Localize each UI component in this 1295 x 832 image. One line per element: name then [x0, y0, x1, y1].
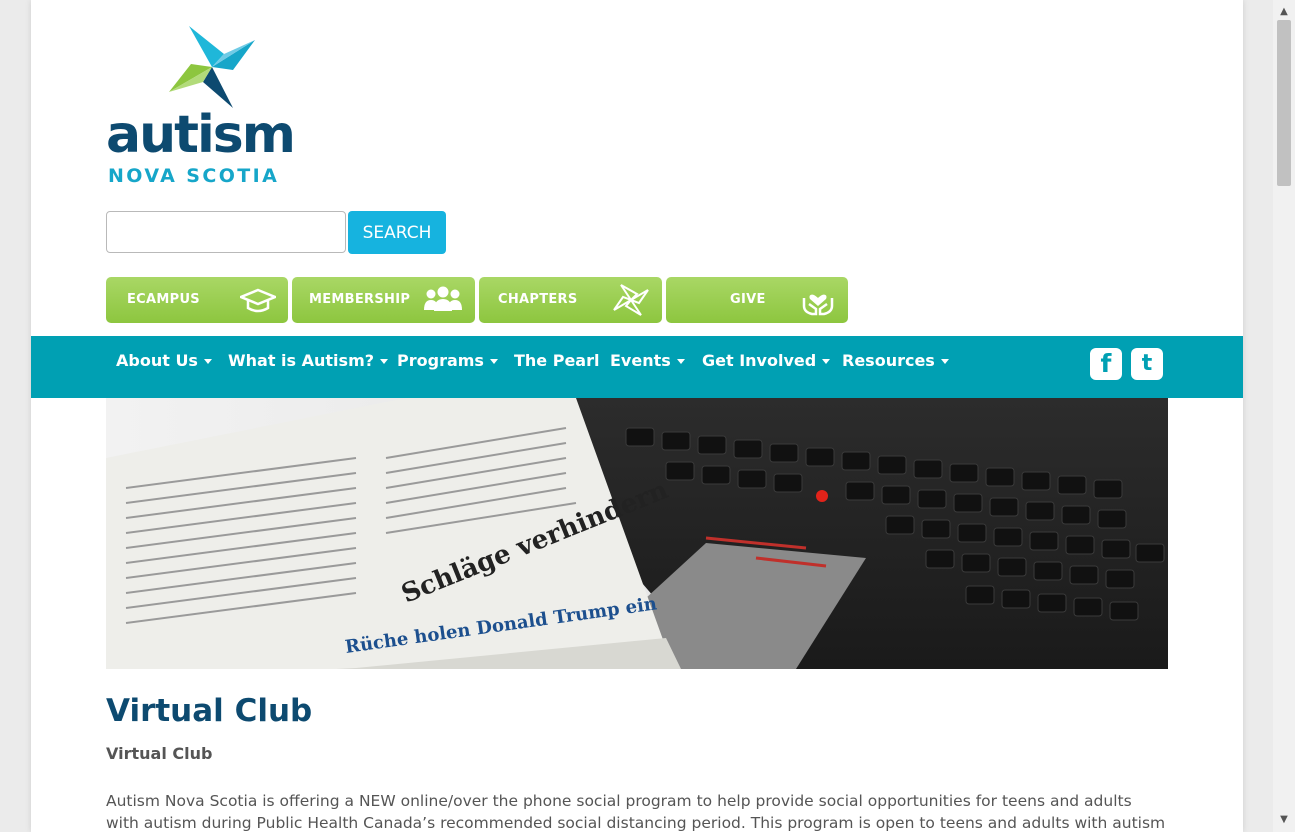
membership-label: MEMBERSHIP: [309, 292, 411, 307]
chapters-label: CHAPTERS: [498, 292, 578, 307]
nav-the-pearl[interactable]: The Pearl: [514, 351, 599, 370]
vertical-scrollbar[interactable]: ▲ ▼: [1273, 0, 1295, 832]
scroll-thumb[interactable]: [1277, 20, 1291, 186]
page-title: Virtual Club: [106, 693, 313, 729]
chevron-down-icon: [380, 359, 389, 364]
logo-subtitle: NOVA SCOTIA: [108, 165, 280, 187]
search-button[interactable]: SEARCH: [348, 211, 446, 254]
page: autism NOVA SCOTIA SEARCH ECAMPUS MEMBER…: [31, 0, 1243, 832]
chevron-down-icon: [676, 359, 685, 364]
nav-get-involved-label: Get Involved: [702, 351, 817, 370]
site-logo[interactable]: autism NOVA SCOTIA: [106, 26, 318, 187]
nav-programs[interactable]: Programs: [397, 351, 498, 370]
facebook-label: f: [1100, 349, 1112, 378]
facebook-icon[interactable]: f: [1090, 348, 1122, 380]
nav-get-involved[interactable]: Get Involved: [702, 351, 831, 370]
nav-events-label: Events: [610, 351, 671, 370]
page-subtitle: Virtual Club: [106, 744, 213, 763]
ecampus-button[interactable]: ECAMPUS: [106, 277, 288, 323]
nav-about-us[interactable]: About Us: [116, 351, 212, 370]
pinwheel-icon: [169, 26, 255, 108]
intro-paragraph: Autism Nova Scotia is offering a NEW onl…: [106, 792, 1166, 832]
twitter-icon[interactable]: t: [1131, 348, 1163, 380]
ecampus-label: ECAMPUS: [127, 292, 200, 307]
nav-resources-label: Resources: [842, 351, 935, 370]
chevron-down-icon: [940, 359, 949, 364]
nav-programs-label: Programs: [397, 351, 484, 370]
scroll-up-arrow-icon[interactable]: ▲: [1273, 2, 1295, 22]
nav-the-pearl-label: The Pearl: [514, 351, 600, 370]
pinwheel-icon: [613, 284, 649, 316]
nav-events[interactable]: Events: [610, 351, 685, 370]
chevron-down-icon: [489, 359, 498, 364]
nav-what-is-autism-label: What is Autism?: [228, 351, 375, 370]
search-input[interactable]: [106, 211, 346, 253]
chapters-button[interactable]: CHAPTERS: [479, 277, 662, 323]
heart-hands-icon: [802, 294, 834, 316]
nav-resources[interactable]: Resources: [842, 351, 949, 370]
group-icon: [424, 286, 462, 311]
main-nav: About Us What is Autism? Programs The Pe…: [31, 336, 1243, 398]
graduation-cap-icon: [240, 288, 276, 313]
nav-about-us-label: About Us: [116, 351, 198, 370]
membership-button[interactable]: MEMBERSHIP: [292, 277, 475, 323]
give-label: GIVE: [730, 292, 766, 307]
twitter-label: t: [1141, 351, 1153, 376]
logo-wordmark: autism: [106, 105, 296, 165]
give-button[interactable]: GIVE: [666, 277, 848, 323]
scroll-down-arrow-icon[interactable]: ▼: [1273, 810, 1295, 830]
nav-what-is-autism[interactable]: What is Autism?: [228, 351, 389, 370]
hero-illustration: Schläge verhindern Rüche holen Donald Tr…: [106, 398, 1168, 669]
chevron-down-icon: [203, 359, 212, 364]
hero-image: Schläge verhindern Rüche holen Donald Tr…: [106, 398, 1168, 669]
chevron-down-icon: [822, 359, 831, 364]
